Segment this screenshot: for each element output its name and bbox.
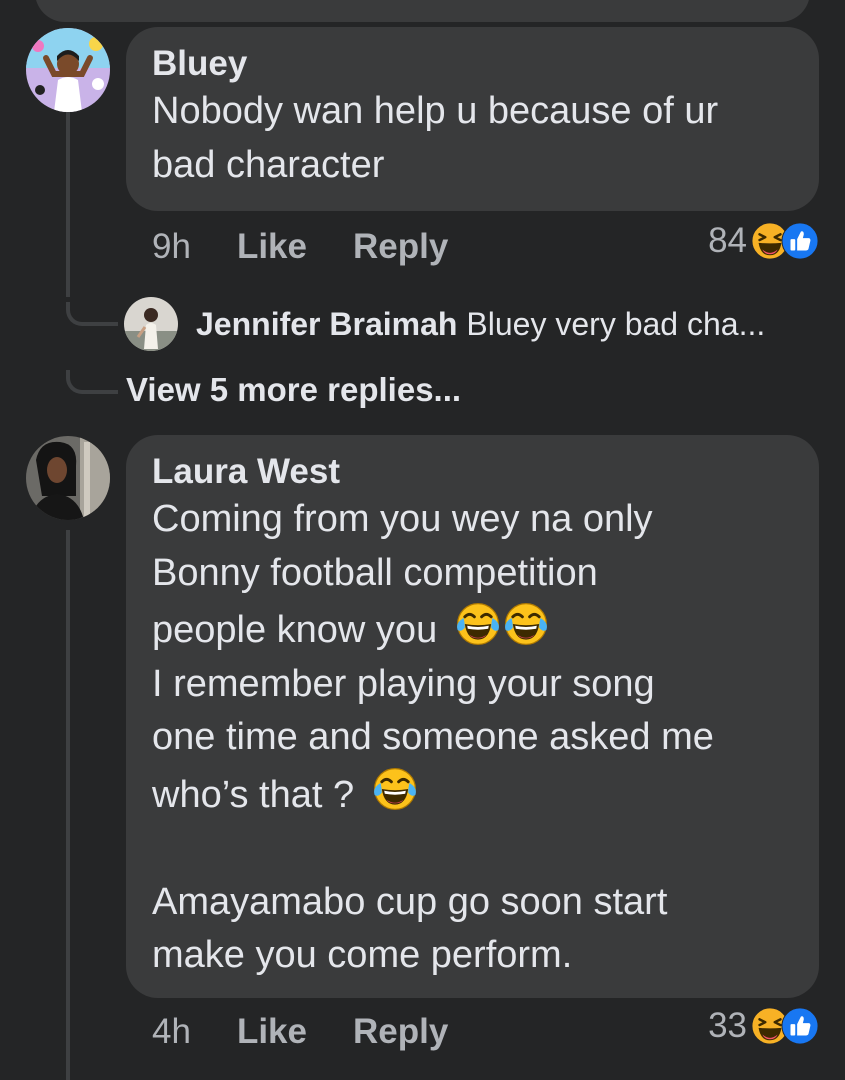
reply-connector (66, 302, 118, 326)
reaction-count: 84 (708, 221, 747, 260)
tears-of-joy-emoji-icon (502, 600, 550, 648)
comment-text-line: Amayamabo cup go soon start (152, 880, 668, 923)
previous-comment-bubble (35, 0, 810, 22)
comment-text-span: who’s that ? (152, 773, 355, 816)
like-reaction-icon (781, 222, 819, 260)
comment-author[interactable]: Bluey (152, 43, 793, 85)
reaction-summary[interactable]: 84 (708, 216, 819, 266)
comment-actions: 4h Like Reply (152, 1007, 494, 1057)
like-button[interactable]: Like (237, 227, 307, 267)
comment-timestamp[interactable]: 9h (152, 227, 191, 267)
avatar[interactable] (124, 297, 178, 351)
avatar[interactable] (26, 436, 110, 520)
comment-text-line: who’s that ? (152, 765, 793, 823)
comment-bubble[interactable]: Bluey Nobody wan help u because of ur ba… (126, 27, 819, 211)
tears-of-joy-emoji-icon (454, 600, 502, 648)
comment-text-span: people know you (152, 609, 438, 651)
comment-text-line: one time and someone asked me (152, 716, 714, 758)
comment-author[interactable]: Laura West (152, 451, 793, 493)
reply-button[interactable]: Reply (353, 227, 448, 267)
tears-of-joy-emoji-icon (371, 765, 419, 813)
view-more-replies-link[interactable]: View 5 more replies... (126, 366, 461, 414)
like-button[interactable]: Like (237, 1012, 307, 1052)
reply-author[interactable]: Jennifer Braimah (196, 306, 457, 343)
comment-text-line: Bonny football competition (152, 551, 598, 594)
avatar[interactable] (26, 28, 110, 112)
comment-text-line: people know you (152, 600, 793, 658)
comment-text-line: I remember playing your song (152, 662, 655, 705)
comment-text: Nobody wan help u because of ur bad char… (152, 90, 719, 186)
comment-bubble[interactable]: Laura West Coming from you wey na only B… (126, 435, 819, 998)
view-more-connector (66, 370, 118, 394)
comment-text: Coming from you wey na only Bonny footba… (152, 493, 793, 983)
thread-line (66, 112, 70, 297)
reaction-summary[interactable]: 33 (708, 1001, 819, 1051)
reply-preview[interactable]: Jennifer Braimah Bluey very bad cha... (124, 296, 765, 352)
comment-timestamp[interactable]: 4h (152, 1012, 191, 1052)
reply-text: Bluey very bad cha... (466, 305, 766, 342)
reply-button[interactable]: Reply (353, 1012, 448, 1052)
thread-line (66, 530, 70, 1080)
comment-actions: 9h Like Reply (152, 222, 494, 272)
like-reaction-icon (781, 1007, 819, 1045)
comment-text-line: Coming from you wey na only (152, 498, 653, 540)
reaction-count: 33 (708, 1006, 747, 1045)
comment-text-line: make you come perform. (152, 934, 573, 976)
